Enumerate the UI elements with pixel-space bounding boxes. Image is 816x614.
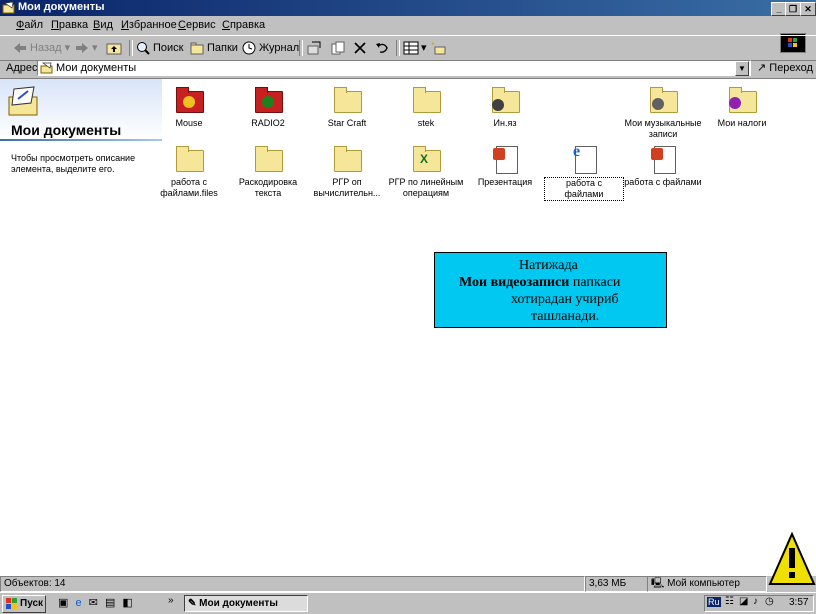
outlook-icon[interactable]: ✉ (89, 597, 98, 609)
file-item-rabota-ppt[interactable]: работа с файлами (623, 144, 703, 188)
toolbar-separator (396, 40, 400, 56)
my-documents-icon (8, 86, 38, 116)
left-pane: Мои документы Чтобы просмотреть описание… (0, 79, 162, 576)
file-item-mouse[interactable]: Mouse (149, 85, 229, 129)
file-item-inyaz[interactable]: Ин.яз (465, 85, 545, 129)
menu-help[interactable]: Справка (222, 19, 265, 31)
menu-file[interactable]: Файл (16, 19, 43, 31)
go-arrow-icon: ↗ (757, 62, 767, 74)
folder-icon (255, 146, 283, 172)
undo-button[interactable] (374, 39, 392, 57)
toolbar-separator (129, 40, 133, 56)
desktop-icon[interactable]: ▣ (58, 597, 68, 609)
clock-time: 3:57 (789, 597, 809, 608)
file-item-raskodirovka[interactable]: Раскодировка текста (228, 144, 308, 199)
taskbar: Пуск ▣ e ✉ ▤ ◧ » ✎ Мои документы Ru ☷ ◪ … (0, 592, 816, 614)
address-label: Адрес (6, 62, 38, 74)
sparkle-icon (431, 41, 446, 55)
system-tray: Ru ☷ ◪ ♪ ◷ 3:57 (704, 595, 814, 612)
ie-icon[interactable]: e (75, 597, 81, 609)
toolbar: Назад ▾ ▾ Поиск Папки Журнал ▾ (0, 35, 816, 61)
copy-to-icon (331, 41, 345, 55)
address-value: Мои документы (56, 62, 137, 74)
forward-arrow-icon (76, 43, 88, 54)
menu-tools[interactable]: Сервис (178, 19, 216, 31)
file-item-starcraft[interactable]: Star Craft (307, 85, 387, 129)
file-view: Мои документы Чтобы просмотреть описание… (0, 78, 816, 576)
tray-app-icon[interactable]: ◪ (739, 596, 748, 607)
divider (0, 139, 162, 141)
explorer-icon[interactable]: ▤ (105, 597, 115, 609)
file-item-stek[interactable]: stek (386, 85, 466, 129)
views-button[interactable]: ▾ (403, 39, 427, 57)
undo-icon (376, 43, 388, 53)
menu-favorites[interactable]: Избранное (121, 19, 177, 31)
channels-icon[interactable]: ◧ (122, 597, 132, 609)
file-item-rabota-html[interactable]: e работа с файлами (544, 144, 624, 201)
annotation-callout: Натижада Мои видеозаписи папкаси хотирад… (434, 252, 667, 328)
up-folder-button[interactable] (106, 39, 124, 57)
history-button[interactable]: Журнал (241, 39, 299, 57)
copy-to-button[interactable] (330, 39, 348, 57)
status-objects: Объектов: 14 (0, 576, 585, 592)
folder-icon (334, 87, 362, 113)
network-icon[interactable]: ☷ (725, 596, 734, 607)
computer-icon: 🖳 (651, 578, 665, 589)
chevron-right-icon[interactable]: » (168, 595, 174, 606)
menu-bar: Файл Правка Вид Избранное Сервис Справка (0, 16, 816, 53)
views-icon (403, 41, 419, 55)
file-item-my-music[interactable]: Мои музыкальные записи (623, 85, 703, 140)
folder-icon (334, 146, 362, 172)
language-indicator[interactable]: Ru (707, 597, 721, 607)
forward-button[interactable]: ▾ (74, 39, 98, 57)
new-folder-button[interactable] (430, 39, 448, 57)
address-input[interactable]: Мои документы ▼ (37, 60, 751, 76)
file-item-rgr-linear[interactable]: X РГР по линейным операциям (386, 144, 466, 199)
folder-icon (176, 146, 204, 172)
back-button[interactable]: Назад ▾ (12, 39, 70, 57)
back-arrow-icon (14, 43, 26, 54)
delete-button[interactable] (352, 39, 370, 57)
left-pane-description: Чтобы просмотреть описание элемента, выд… (11, 153, 136, 174)
history-icon (242, 41, 256, 55)
maximize-button[interactable]: ❐ (785, 2, 801, 16)
quicklaunch-bar: ▣ e ✉ ▤ ◧ (58, 596, 133, 609)
close-button[interactable]: ✕ (800, 2, 816, 16)
file-item-rabota-files[interactable]: работа с файлами.files (149, 144, 229, 199)
my-documents-icon: ✎ (188, 598, 197, 609)
title-bar: Мои документы _ ❐ ✕ (0, 0, 816, 16)
file-item-rgr-vych[interactable]: РГР оп вычислительн... (307, 144, 387, 199)
delete-x-icon (354, 42, 366, 54)
volume-icon[interactable]: ♪ (753, 596, 758, 607)
windows-logo-icon (6, 597, 17, 609)
search-icon (137, 42, 150, 55)
menu-view[interactable]: Вид (93, 19, 113, 31)
status-size: 3,63 МБ (585, 576, 648, 592)
up-folder-icon (106, 43, 122, 55)
folder-icon (413, 87, 441, 113)
start-button[interactable]: Пуск (2, 595, 46, 613)
my-documents-icon (40, 62, 53, 74)
menu-edit[interactable]: Правка (51, 19, 88, 31)
toolbar-separator (299, 40, 303, 56)
task-my-documents[interactable]: ✎ Мои документы (184, 595, 308, 612)
status-bar: Объектов: 14 3,63 МБ 🖳 Мой компьютер (0, 575, 816, 592)
folders-icon (190, 42, 204, 55)
file-item-presentation[interactable]: Презентация (465, 144, 545, 188)
chevron-down-icon[interactable]: ▼ (735, 61, 749, 76)
file-item-radio2[interactable]: RADIO2 (228, 85, 308, 129)
move-to-button[interactable] (306, 39, 324, 57)
status-location: 🖳 Мой компьютер (647, 576, 767, 592)
search-button[interactable]: Поиск (135, 39, 183, 57)
folders-button[interactable]: Папки (189, 39, 238, 57)
left-pane-title: Мои документы (11, 122, 122, 138)
address-bar: Адрес Мои документы ▼ ↗ Переход (0, 59, 816, 77)
file-item-my-taxes[interactable]: Мои налоги (702, 85, 782, 129)
clock-icon[interactable]: ◷ (765, 596, 774, 607)
go-button[interactable]: ↗ Переход (757, 60, 813, 76)
window-title: Мои документы (18, 1, 105, 13)
move-to-icon (307, 41, 321, 55)
my-documents-icon (2, 1, 15, 14)
